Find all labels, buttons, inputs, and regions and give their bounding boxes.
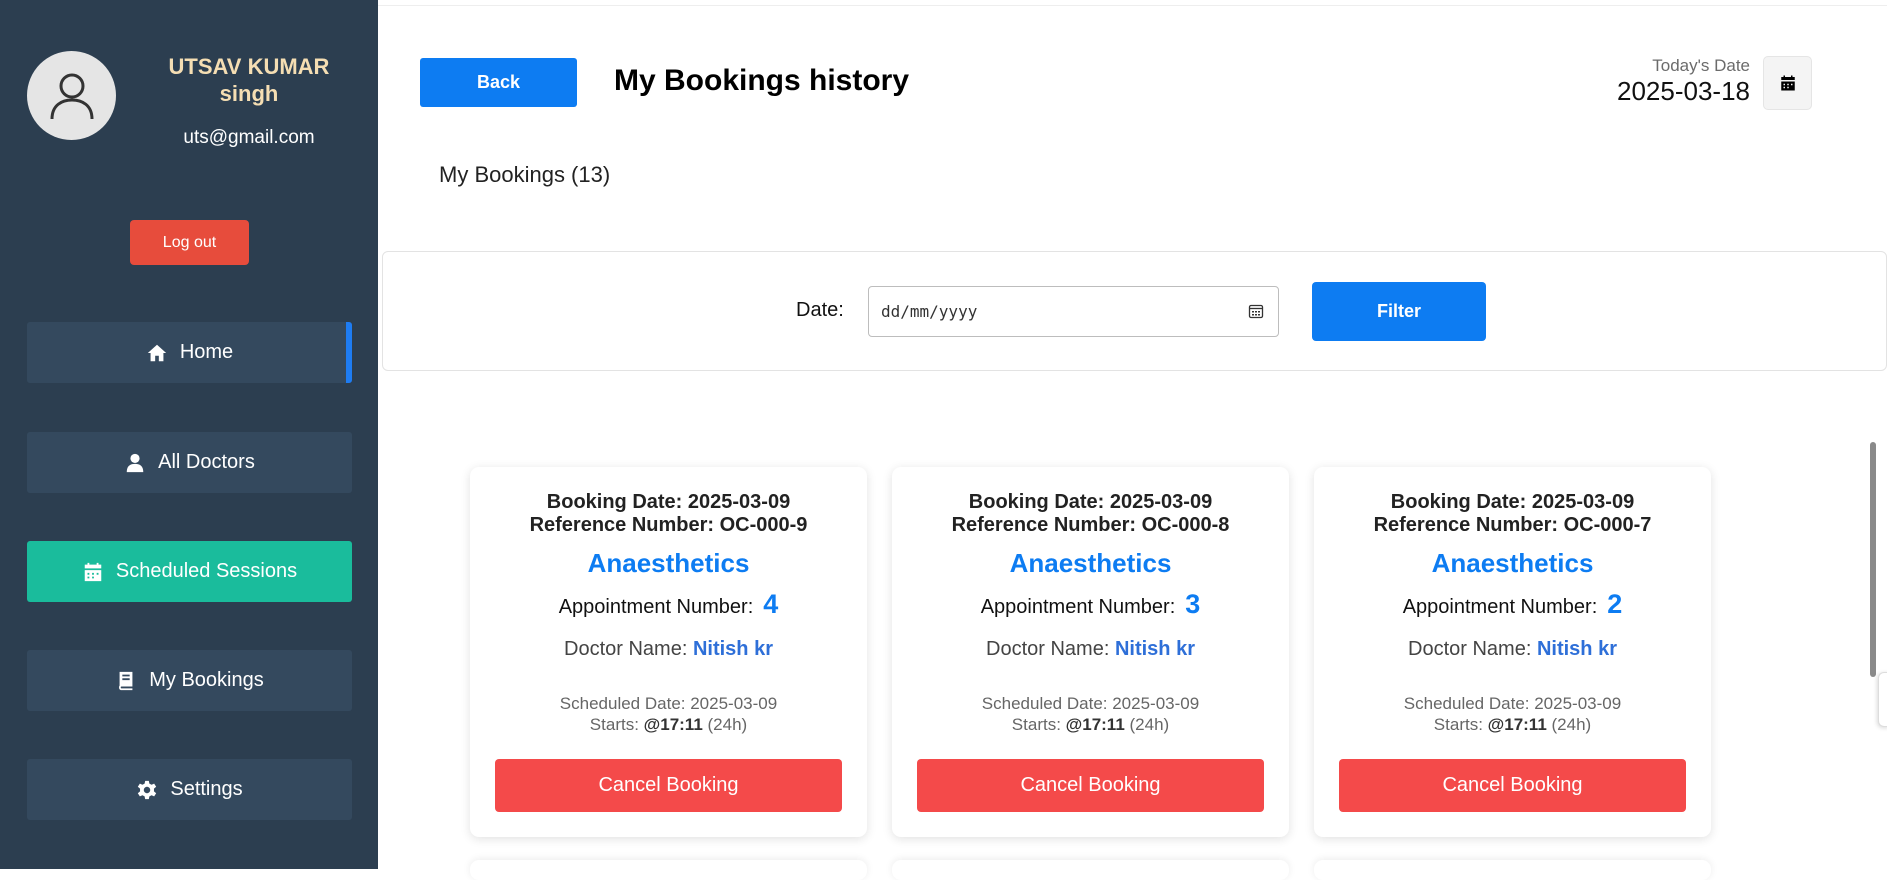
- doctor-row: Doctor Name: Nitish kr: [892, 638, 1289, 661]
- appointment-row: Appointment Number: 4: [470, 589, 867, 620]
- cancel-booking-button[interactable]: Cancel Booking: [917, 759, 1264, 812]
- date-filter-label: Date:: [796, 299, 844, 321]
- avatar: [27, 51, 116, 140]
- booking-card-partial: [892, 860, 1289, 880]
- starts-time: @17:11: [1487, 715, 1547, 734]
- sidebar-item-scheduled-sessions[interactable]: Scheduled Sessions: [27, 541, 352, 602]
- sidebar-item-all-doctors[interactable]: All Doctors: [27, 432, 352, 493]
- filter-button[interactable]: Filter: [1312, 282, 1486, 341]
- doctor-label: Doctor Name:: [1408, 638, 1532, 660]
- reference-number: Reference Number: OC-000-9: [529, 514, 808, 536]
- sidebar-item-label: All Doctors: [158, 451, 255, 473]
- sidebar-item-label: My Bookings: [149, 669, 264, 691]
- back-button[interactable]: Back: [420, 58, 577, 107]
- start-time: Starts: @17:11 (24h): [1314, 714, 1711, 735]
- sidebar-item-home[interactable]: Home: [27, 322, 352, 383]
- user-icon: [50, 73, 93, 119]
- booking-card: Booking Date: 2025-03-09 Reference Numbe…: [1314, 467, 1711, 837]
- appointment-label: Appointment Number:: [558, 596, 754, 618]
- cancel-booking-button[interactable]: Cancel Booking: [495, 759, 842, 812]
- reference-number: Reference Number: OC-000-8: [951, 514, 1230, 536]
- starts-time: @17:11: [1065, 715, 1125, 734]
- appointment-number: 4: [763, 589, 779, 619]
- scheduled-date: Scheduled Date: 2025-03-09: [1403, 694, 1622, 713]
- side-panel-tab[interactable]: [1878, 672, 1887, 727]
- booking-card-partial: [470, 860, 867, 880]
- calendar-button[interactable]: [1763, 56, 1812, 110]
- booking-card: Booking Date: 2025-03-09 Reference Numbe…: [892, 467, 1289, 837]
- starts-prefix: Starts:: [589, 715, 639, 734]
- booking-date: Booking Date: 2025-03-09: [968, 491, 1213, 513]
- doctor-row: Doctor Name: Nitish kr: [1314, 638, 1711, 661]
- specialty-title: Anaesthetics: [1431, 548, 1594, 578]
- booking-card: Booking Date: 2025-03-09 Reference Numbe…: [470, 467, 867, 837]
- user-email: uts@gmail.com: [183, 127, 315, 148]
- starts-suffix: (24h): [707, 715, 748, 734]
- starts-prefix: Starts:: [1433, 715, 1483, 734]
- appointment-number: 3: [1185, 589, 1201, 619]
- sidebar-item-label: Home: [179, 341, 234, 363]
- appointment-row: Appointment Number: 3: [892, 589, 1289, 620]
- date-placeholder: dd/mm/yyyy: [881, 302, 978, 321]
- book-icon: [119, 671, 133, 690]
- sidebar-item-label: Scheduled Sessions: [115, 560, 298, 582]
- gear-icon: [138, 780, 157, 799]
- doctor-icon: [126, 453, 144, 472]
- booking-card-partial: [1314, 860, 1711, 880]
- doctor-name: Nitish kr: [692, 638, 773, 660]
- calendar-icon: [1780, 75, 1795, 91]
- scrollbar-thumb[interactable]: [1870, 442, 1876, 677]
- starts-suffix: (24h): [1551, 715, 1592, 734]
- appointment-row: Appointment Number: 2: [1314, 589, 1711, 620]
- specialty-title: Anaesthetics: [587, 548, 750, 578]
- doctor-row: Doctor Name: Nitish kr: [470, 638, 867, 661]
- starts-suffix: (24h): [1129, 715, 1170, 734]
- scheduled-date: Scheduled Date: 2025-03-09: [981, 694, 1200, 713]
- specialty-title: Anaesthetics: [1009, 548, 1172, 578]
- top-divider: [378, 0, 1887, 6]
- doctor-label: Doctor Name:: [564, 638, 688, 660]
- doctor-label: Doctor Name:: [986, 638, 1110, 660]
- appointment-number: 2: [1607, 589, 1623, 619]
- logout-button[interactable]: Log out: [130, 220, 249, 265]
- booking-date: Booking Date: 2025-03-09: [1390, 491, 1635, 513]
- sidebar: UTSAV KUMAR singh uts@gmail.com Log out …: [0, 0, 378, 869]
- today-date-value: 2025-03-18: [1617, 76, 1750, 106]
- scheduled-date: Scheduled Date: 2025-03-09: [559, 694, 778, 713]
- starts-prefix: Starts:: [1011, 715, 1061, 734]
- home-icon: [147, 344, 166, 361]
- booking-date: Booking Date: 2025-03-09: [546, 491, 791, 513]
- sidebar-item-label: Settings: [170, 778, 243, 800]
- bookings-count: My Bookings (13): [439, 162, 611, 187]
- appointment-label: Appointment Number:: [980, 596, 1176, 618]
- cancel-booking-button[interactable]: Cancel Booking: [1339, 759, 1686, 812]
- starts-time: @17:11: [643, 715, 703, 734]
- doctor-name: Nitish kr: [1536, 638, 1617, 660]
- calendar-picker-icon[interactable]: [1248, 303, 1264, 319]
- page-title: My Bookings history: [614, 64, 910, 97]
- appointment-label: Appointment Number:: [1402, 596, 1598, 618]
- sidebar-item-settings[interactable]: Settings: [27, 759, 352, 820]
- calendar-icon: [84, 562, 102, 581]
- sidebar-item-my-bookings[interactable]: My Bookings: [27, 650, 352, 711]
- start-time: Starts: @17:11 (24h): [470, 714, 867, 735]
- start-time: Starts: @17:11 (24h): [892, 714, 1289, 735]
- reference-number: Reference Number: OC-000-7: [1373, 514, 1652, 536]
- doctor-name: Nitish kr: [1114, 638, 1195, 660]
- date-filter-input[interactable]: dd/mm/yyyy: [868, 286, 1279, 337]
- today-date-label: Today's Date: [1652, 56, 1750, 75]
- user-name: UTSAV KUMAR singh: [168, 54, 330, 106]
